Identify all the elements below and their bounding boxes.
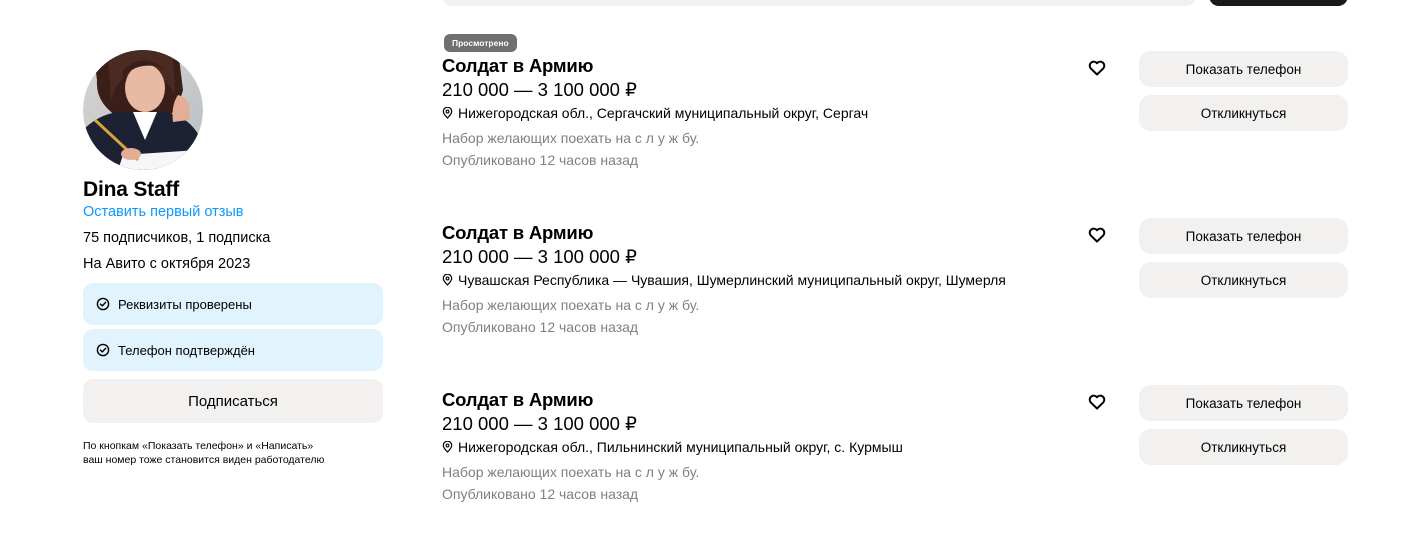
leave-review-link[interactable]: Оставить первый отзыв <box>83 203 383 222</box>
listing-location: Нижегородская обл., Сергачский муниципал… <box>442 104 868 122</box>
listing-item: Солдат в Армию 210 000 — 3 100 000 ₽ Ниж… <box>442 385 1348 538</box>
phone-verified-badge: Телефон подтверждён <box>83 329 383 371</box>
badge-label: Реквизиты проверены <box>118 296 252 312</box>
viewed-badge: Просмотрено <box>444 34 517 52</box>
listing-price: 210 000 — 3 100 000 ₽ <box>442 413 637 434</box>
listing-location: Нижегородская обл., Пильнинский муниципа… <box>442 438 903 456</box>
listing-price: 210 000 — 3 100 000 ₽ <box>442 79 637 100</box>
location-text: Чувашская Республика — Чувашия, Шумерлин… <box>458 272 1006 288</box>
check-circle-icon <box>96 343 110 357</box>
listing-title[interactable]: Солдат в Армию <box>442 221 593 245</box>
followers-count: 75 подписчиков, 1 подписка <box>83 230 271 246</box>
listing-description: Набор желающих поехать на с л у ж бу. <box>442 297 700 313</box>
member-since: На Авито с октября 2023 <box>83 256 251 272</box>
privacy-note-line: По кнопкам «Показать телефон» и «Написат… <box>83 440 314 452</box>
respond-button[interactable]: Откликнуться <box>1139 262 1348 298</box>
listing-date: Опубликовано 12 часов назад <box>442 152 639 168</box>
listing-title[interactable]: Солдат в Армию <box>442 54 593 78</box>
respond-button[interactable]: Откликнуться <box>1139 95 1348 131</box>
search-button[interactable] <box>1209 0 1348 6</box>
listing-description: Набор желающих поехать на с л у ж бу. <box>442 130 700 146</box>
seller-card: Dina Staff Оставить первый отзыв 75 подп… <box>83 50 383 467</box>
requisites-verified-badge: Реквизиты проверены <box>83 283 383 325</box>
listing-date: Опубликовано 12 часов назад <box>442 319 639 335</box>
subscribe-button[interactable]: Подписаться <box>83 379 383 423</box>
privacy-note: По кнопкам «Показать телефон» и «Написат… <box>83 439 383 467</box>
respond-button[interactable]: Откликнуться <box>1139 429 1348 465</box>
location-pin-icon <box>442 274 453 286</box>
show-phone-button[interactable]: Показать телефон <box>1139 51 1348 87</box>
badge-label: Телефон подтверждён <box>118 342 255 358</box>
location-text: Нижегородская обл., Пильнинский муниципа… <box>458 439 903 455</box>
location-pin-icon <box>442 107 453 119</box>
show-phone-button[interactable]: Показать телефон <box>1139 218 1348 254</box>
listing-location: Чувашская Республика — Чувашия, Шумерлин… <box>442 271 1006 289</box>
show-phone-button[interactable]: Показать телефон <box>1139 385 1348 421</box>
favorite-heart-icon[interactable] <box>1087 58 1107 78</box>
listing-date: Опубликовано 12 часов назад <box>442 486 639 502</box>
seller-name[interactable]: Dina Staff <box>83 177 383 203</box>
listing-description: Набор желающих поехать на с л у ж бу. <box>442 464 700 480</box>
listing-price: 210 000 — 3 100 000 ₽ <box>442 246 637 267</box>
search-input[interactable] <box>442 0 1196 6</box>
location-pin-icon <box>442 441 453 453</box>
favorite-heart-icon[interactable] <box>1087 392 1107 412</box>
check-circle-icon <box>96 297 110 311</box>
location-text: Нижегородская обл., Сергачский муниципал… <box>458 105 869 121</box>
privacy-note-line: ваш номер тоже становится виден работода… <box>83 454 325 466</box>
listing-title[interactable]: Солдат в Армию <box>442 388 593 412</box>
favorite-heart-icon[interactable] <box>1087 225 1107 245</box>
listing-item: Просмотрено Солдат в Армию 210 000 — 3 1… <box>442 34 1348 204</box>
avatar[interactable] <box>83 50 203 170</box>
listing-item: Солдат в Армию 210 000 — 3 100 000 ₽ Чув… <box>442 218 1348 371</box>
